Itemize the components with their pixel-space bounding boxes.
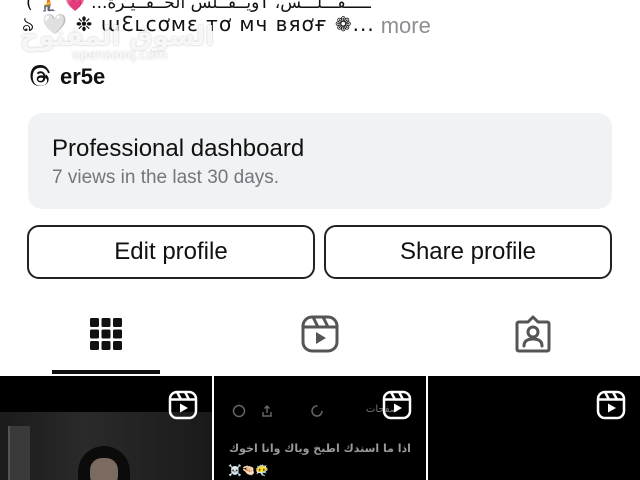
bio-more-link[interactable]: more [381, 13, 431, 39]
tab-reels[interactable] [300, 314, 340, 354]
watermark-logo: السوق المفتوح opensooq.com [20, 22, 214, 63]
post-thumbnail-emoji: ☠️🤏🏻😶‍🌫️ [228, 464, 270, 477]
grid-post[interactable] [428, 376, 640, 480]
post-thumbnail-face [90, 458, 118, 480]
post-thumbnail-door [8, 426, 30, 480]
reel-badge-icon [382, 390, 412, 420]
refresh-icon [311, 405, 323, 417]
threads-icon [30, 65, 50, 86]
selected-tab-indicator [52, 370, 160, 374]
dashboard-subtitle: 7 views in the last 30 days. [52, 167, 280, 188]
reels-icon [301, 315, 339, 353]
tab-tagged[interactable] [513, 314, 553, 354]
posts-grid: صفحات اذا ما اسندك اطبخ وياك وانا اخوك ☠… [0, 376, 640, 480]
threads-handle: er5e [60, 64, 106, 89]
professional-dashboard-card[interactable]: Professional dashboard 7 views in the la… [28, 113, 612, 209]
edit-profile-button[interactable]: Edit profile [27, 225, 315, 279]
threads-link[interactable]: er5e [28, 64, 105, 90]
emoji-icon [232, 404, 246, 418]
share-icon [262, 404, 272, 417]
grid-icon [90, 318, 122, 350]
tagged-person-icon [515, 315, 551, 353]
dashboard-title: Professional dashboard [52, 135, 305, 162]
profile-tabs [0, 300, 640, 376]
post-thumbnail-caption: اذا ما اسندك اطبخ وياك وانا اخوك [229, 442, 411, 455]
grid-post[interactable] [0, 376, 212, 480]
reel-badge-icon [168, 390, 198, 420]
reel-badge-icon [596, 390, 626, 420]
post-thumbnail-icons [232, 404, 324, 418]
grid-post[interactable]: صفحات اذا ما اسندك اطبخ وياك وانا اخوك ☠… [214, 376, 426, 480]
share-profile-button[interactable]: Share profile [324, 225, 612, 279]
tab-grid[interactable] [86, 314, 126, 354]
